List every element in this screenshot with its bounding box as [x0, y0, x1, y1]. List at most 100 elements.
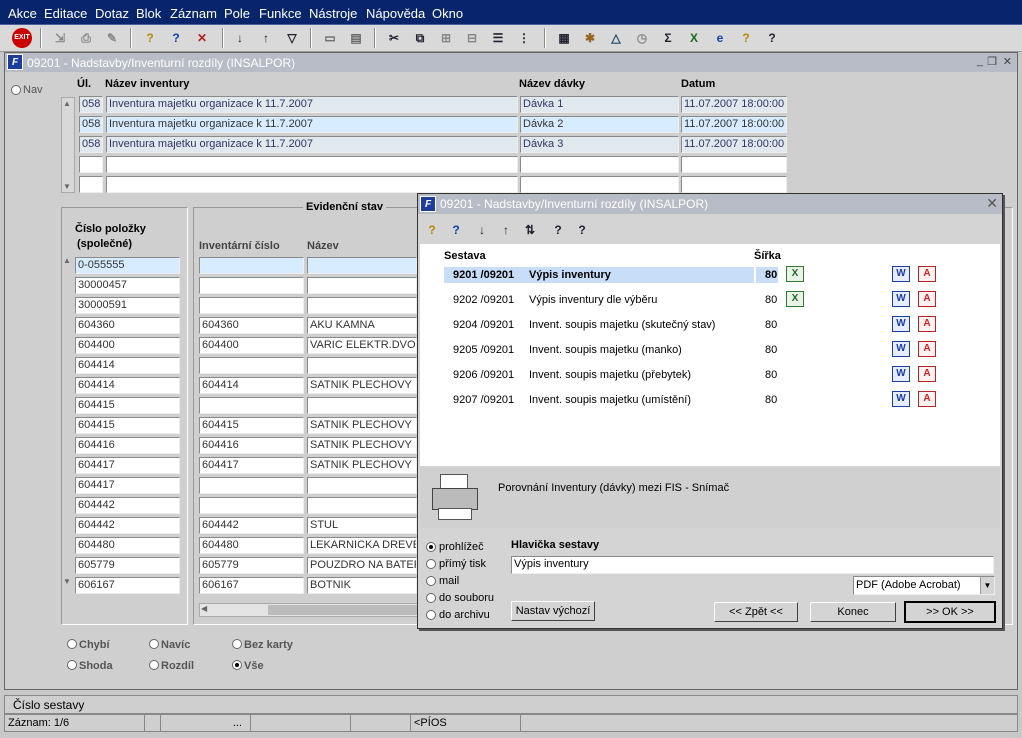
item-number[interactable]: 606167 [75, 577, 180, 594]
filter-rozdil-radio[interactable] [149, 660, 159, 670]
save-icon[interactable]: ⇲ [50, 28, 70, 48]
menu-blok[interactable]: Blok [136, 6, 161, 21]
dialog-query-execute-icon[interactable]: ? [446, 220, 466, 240]
item-name[interactable]: AKU KAMNA [307, 317, 417, 334]
delete-record-icon[interactable]: ⊟ [462, 28, 482, 48]
pdf-export-icon[interactable]: A [918, 266, 936, 282]
scroll-left-icon[interactable]: ◀ [201, 604, 207, 613]
output-archive-radio[interactable] [426, 610, 436, 620]
detail-scroll-down-icon[interactable]: ▼ [63, 577, 73, 593]
master-ul[interactable]: 058 [79, 116, 103, 133]
item-name[interactable]: POUZDRO NA BATER [307, 557, 417, 574]
close-icon[interactable]: ✕ [1003, 55, 1012, 68]
menu-zaznam[interactable]: Záznam [170, 6, 217, 21]
menu-napoveda[interactable]: Nápověda [366, 6, 425, 21]
output-direct-print-radio[interactable] [426, 559, 436, 569]
report-name[interactable]: Výpis inventury [529, 269, 611, 281]
report-code[interactable]: 9204 /09201 [453, 319, 514, 331]
pdf-export-icon[interactable]: A [918, 341, 936, 357]
item-name[interactable]: SATNIK PLECHOVY [307, 437, 417, 454]
master-inventory-name[interactable]: Inventura majetku organizace k 11.7.2007 [106, 96, 518, 113]
item-name[interactable] [307, 397, 417, 414]
format-select[interactable]: PDF (Adobe Acrobat) ▼ [853, 576, 995, 595]
item-name[interactable]: SATNIK PLECHOVY [307, 377, 417, 394]
scroll-thumb[interactable] [268, 605, 418, 615]
filter-shoda-radio[interactable] [67, 660, 77, 670]
scroll-up-icon[interactable]: ▲ [63, 99, 71, 108]
item-number[interactable]: 30000457 [75, 277, 180, 294]
master-batch-name[interactable]: Dávka 2 [520, 116, 679, 133]
insert-record-icon[interactable]: ⊞ [436, 28, 456, 48]
excel-export-icon[interactable]: X [786, 291, 804, 307]
item-number[interactable]: 604360 [75, 317, 180, 334]
menu-pole[interactable]: Pole [224, 6, 250, 21]
filter-navic-radio[interactable] [149, 639, 159, 649]
nav-radio[interactable] [11, 85, 21, 95]
item-number[interactable]: 604416 [75, 437, 180, 454]
item-name[interactable] [307, 477, 417, 494]
dialog-about-icon[interactable]: ? [572, 220, 592, 240]
cut-icon[interactable]: ✂ [384, 28, 404, 48]
master-date[interactable] [681, 156, 787, 173]
report-code[interactable]: 9206 /09201 [453, 369, 514, 381]
item-number[interactable]: 604480 [75, 537, 180, 554]
master-inventory-name[interactable]: Inventura majetku organizace k 11.7.2007 [106, 136, 518, 153]
menu-dotaz[interactable]: Dotaz [95, 6, 129, 21]
paste-icon[interactable]: ▤ [346, 28, 366, 48]
master-inventory-name[interactable] [106, 176, 518, 193]
clock-icon[interactable]: ◷ [632, 28, 652, 48]
excel-export-icon[interactable]: X [786, 266, 804, 282]
pdf-export-icon[interactable]: A [918, 291, 936, 307]
word-export-icon[interactable]: W [892, 266, 910, 282]
tools-icon[interactable]: ✱ [580, 28, 600, 48]
item-number[interactable]: 30000591 [75, 297, 180, 314]
scroll-down-icon[interactable]: ▼ [63, 182, 71, 191]
report-name[interactable]: Invent. soupis majetku (manko) [529, 344, 682, 356]
word-export-icon[interactable]: W [892, 366, 910, 382]
menu-akce[interactable]: Akce [8, 6, 37, 21]
query-enter-icon[interactable]: ? [140, 28, 160, 48]
master-batch-name[interactable] [520, 176, 679, 193]
master-batch-name[interactable]: Dávka 1 [520, 96, 679, 113]
inv-number[interactable] [199, 477, 304, 494]
master-date[interactable]: 11.07.2007 18:00:00 [681, 136, 787, 153]
output-file-radio[interactable] [426, 593, 436, 603]
menu-funkce[interactable]: Funkce [259, 6, 302, 21]
exit-icon[interactable]: EXIT [12, 28, 32, 48]
item-number[interactable]: 604417 [75, 457, 180, 474]
item-name[interactable] [307, 357, 417, 374]
item-name[interactable]: STUL [307, 517, 417, 534]
inv-number[interactable]: 604400 [199, 337, 304, 354]
item-name[interactable]: LEKARNICKA DREVE [307, 537, 417, 554]
master-date[interactable]: 11.07.2007 18:00:00 [681, 116, 787, 133]
inv-number[interactable]: 604442 [199, 517, 304, 534]
list-icon[interactable]: ☰ [488, 28, 508, 48]
erase-icon[interactable]: ✎ [102, 28, 122, 48]
filter-chybi-radio[interactable] [67, 639, 77, 649]
menu-okno[interactable]: Okno [432, 6, 463, 21]
inv-number[interactable] [199, 497, 304, 514]
item-name[interactable]: BOTNIK [307, 577, 417, 594]
filter-vse-radio[interactable] [232, 660, 242, 670]
item-name[interactable] [307, 257, 417, 274]
word-export-icon[interactable]: W [892, 391, 910, 407]
set-default-button[interactable]: Nastav výchozí [511, 601, 595, 621]
item-number[interactable]: 604442 [75, 497, 180, 514]
inv-number[interactable] [199, 277, 304, 294]
dialog-sort-desc-icon[interactable]: ↑ [496, 220, 516, 240]
master-ul[interactable] [79, 176, 103, 193]
back-button[interactable]: << Zpět << [714, 602, 798, 622]
item-name[interactable]: SATNIK PLECHOVY [307, 457, 417, 474]
word-export-icon[interactable]: W [892, 291, 910, 307]
about-icon[interactable]: ? [762, 28, 782, 48]
master-date[interactable] [681, 176, 787, 193]
item-name[interactable] [307, 497, 417, 514]
item-number[interactable]: 604414 [75, 357, 180, 374]
pdf-export-icon[interactable]: A [918, 391, 936, 407]
restore-icon[interactable]: ❐ [987, 55, 997, 68]
item-number[interactable]: 604415 [75, 397, 180, 414]
report-header-input[interactable]: Výpis inventury [511, 556, 994, 574]
output-viewer-radio[interactable] [426, 542, 436, 552]
inv-number[interactable]: 604416 [199, 437, 304, 454]
inv-number[interactable]: 605779 [199, 557, 304, 574]
